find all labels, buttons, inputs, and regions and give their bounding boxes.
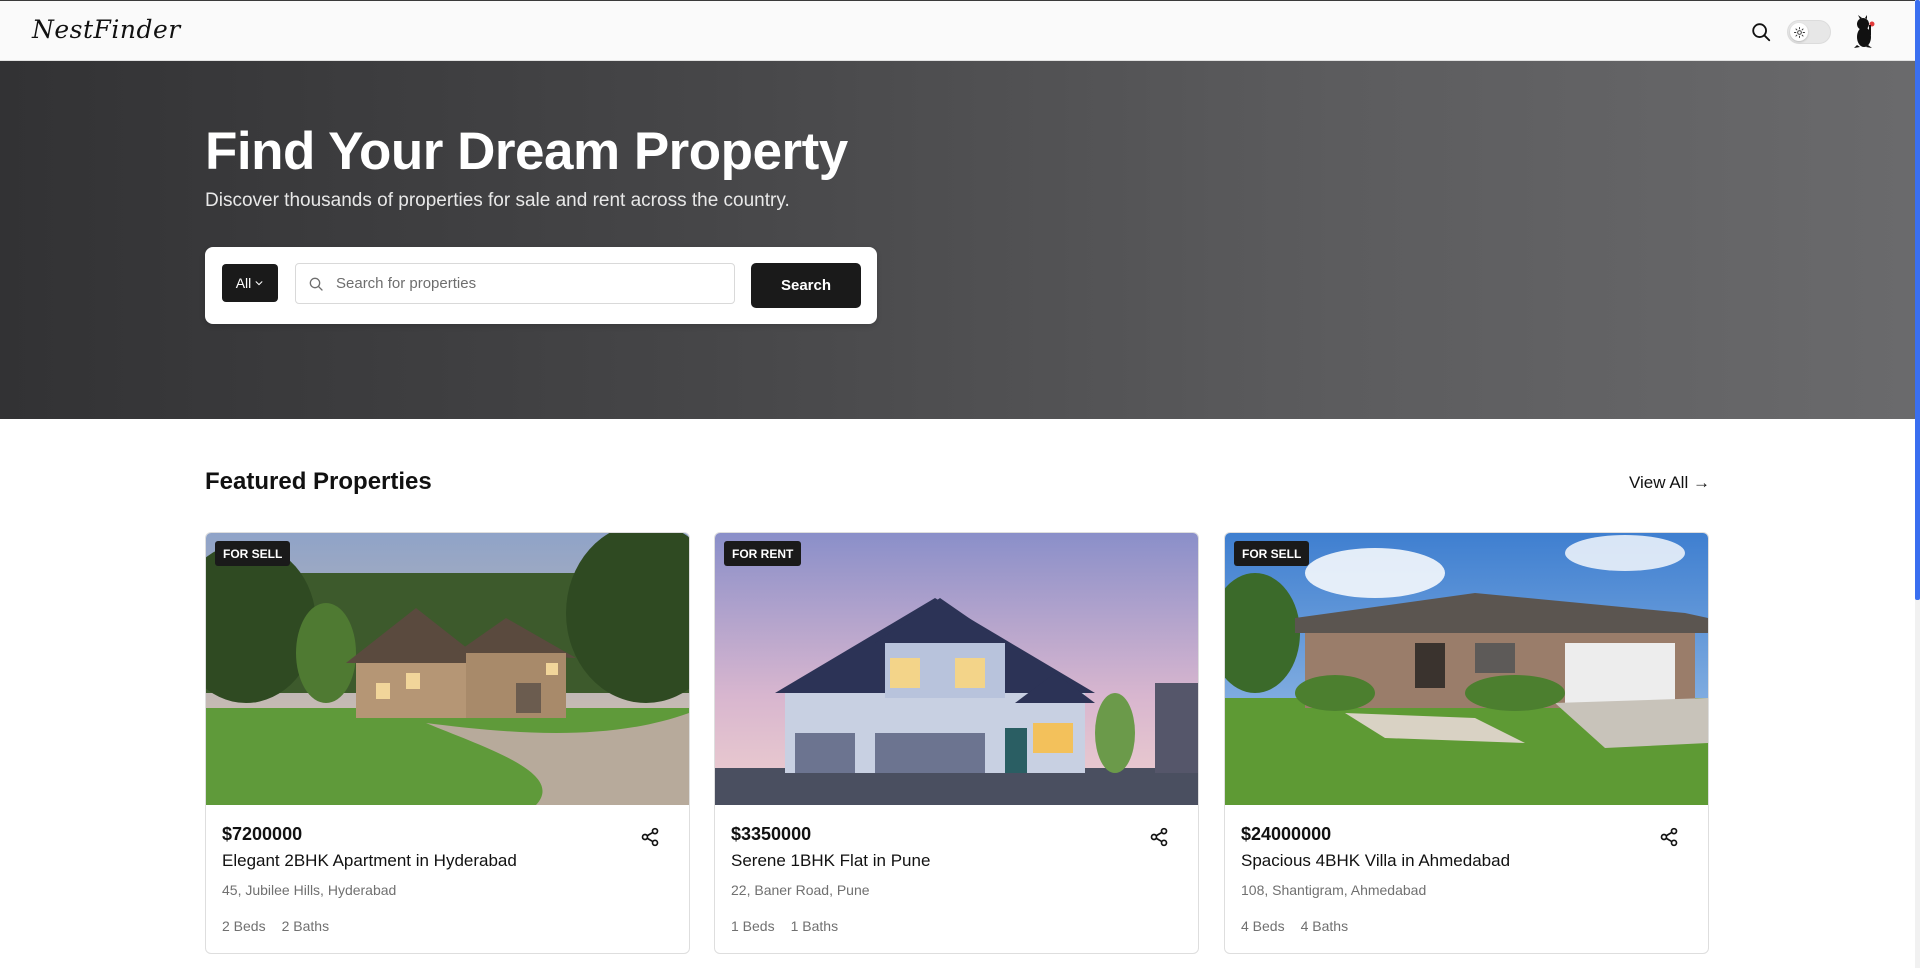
property-address: 45, Jubilee Hills, Hyderabad (222, 882, 397, 898)
property-address: 22, Baner Road, Pune (731, 882, 870, 898)
chevron-down-icon (255, 281, 263, 286)
sun-icon (1790, 23, 1808, 41)
property-price: $24000000 (1241, 824, 1332, 844)
share-icon[interactable] (1149, 827, 1169, 847)
property-image[interactable]: FOR SELL (1225, 533, 1708, 805)
property-card[interactable]: FOR SELL $7200000 Elegant 2BHK Apartment… (205, 532, 690, 954)
view-all-link[interactable]: View All → (1629, 473, 1710, 493)
property-card[interactable]: FOR SELL $24000000 Spacious 4BHK Villa i… (1224, 532, 1709, 954)
search-field (295, 263, 735, 304)
listing-type-value: All (235, 275, 252, 291)
search-icon[interactable] (1750, 21, 1772, 43)
listing-status-badge: FOR SELL (215, 541, 291, 566)
beds-count: 4 Beds (1241, 918, 1285, 934)
property-meta: 2 Beds 2 Baths (222, 918, 329, 934)
beds-count: 1 Beds (731, 918, 775, 934)
theme-toggle[interactable] (1787, 20, 1831, 44)
baths-count: 2 Baths (281, 918, 330, 934)
share-icon[interactable] (1659, 827, 1679, 847)
property-title[interactable]: Elegant 2BHK Apartment in Hyderabad (222, 851, 517, 871)
scrollbar-thumb[interactable] (1915, 0, 1920, 600)
hero-subtitle: Discover thousands of properties for sal… (205, 190, 790, 211)
share-icon[interactable] (640, 827, 660, 847)
property-address: 108, Shantigram, Ahmedabad (1241, 882, 1427, 898)
baths-count: 4 Baths (1300, 918, 1349, 934)
baths-count: 1 Baths (790, 918, 839, 934)
listing-status-badge: FOR RENT (724, 541, 802, 566)
property-card[interactable]: FOR RENT $3350000 Serene 1BHK Flat in Pu… (714, 532, 1199, 954)
listing-type-select[interactable]: All (222, 264, 278, 302)
hero-section: Find Your Dream Property Discover thousa… (0, 61, 1915, 419)
property-title[interactable]: Spacious 4BHK Villa in Ahmedabad (1241, 851, 1510, 871)
property-meta: 1 Beds 1 Baths (731, 918, 838, 934)
search-icon (309, 277, 323, 291)
property-image[interactable]: FOR RENT (715, 533, 1198, 805)
navbar: NestFinder (0, 0, 1915, 61)
scrollbar[interactable] (1915, 0, 1920, 968)
property-image[interactable]: FOR SELL (206, 533, 689, 805)
section-title: Featured Properties (205, 468, 432, 495)
logo[interactable]: NestFinder (32, 15, 181, 44)
property-price: $7200000 (222, 824, 303, 844)
search-bar: All Search (205, 247, 877, 324)
search-button[interactable]: Search (751, 263, 861, 308)
hero-title: Find Your Dream Property (205, 122, 848, 181)
search-input[interactable] (336, 264, 726, 303)
page: NestFinder Find Your Dream Property Disc… (0, 0, 1915, 968)
user-avatar[interactable] (1848, 15, 1880, 49)
property-title[interactable]: Serene 1BHK Flat in Pune (731, 851, 930, 871)
property-meta: 4 Beds 4 Baths (1241, 918, 1348, 934)
beds-count: 2 Beds (222, 918, 266, 934)
listing-status-badge: FOR SELL (1234, 541, 1310, 566)
property-price: $3350000 (731, 824, 812, 844)
